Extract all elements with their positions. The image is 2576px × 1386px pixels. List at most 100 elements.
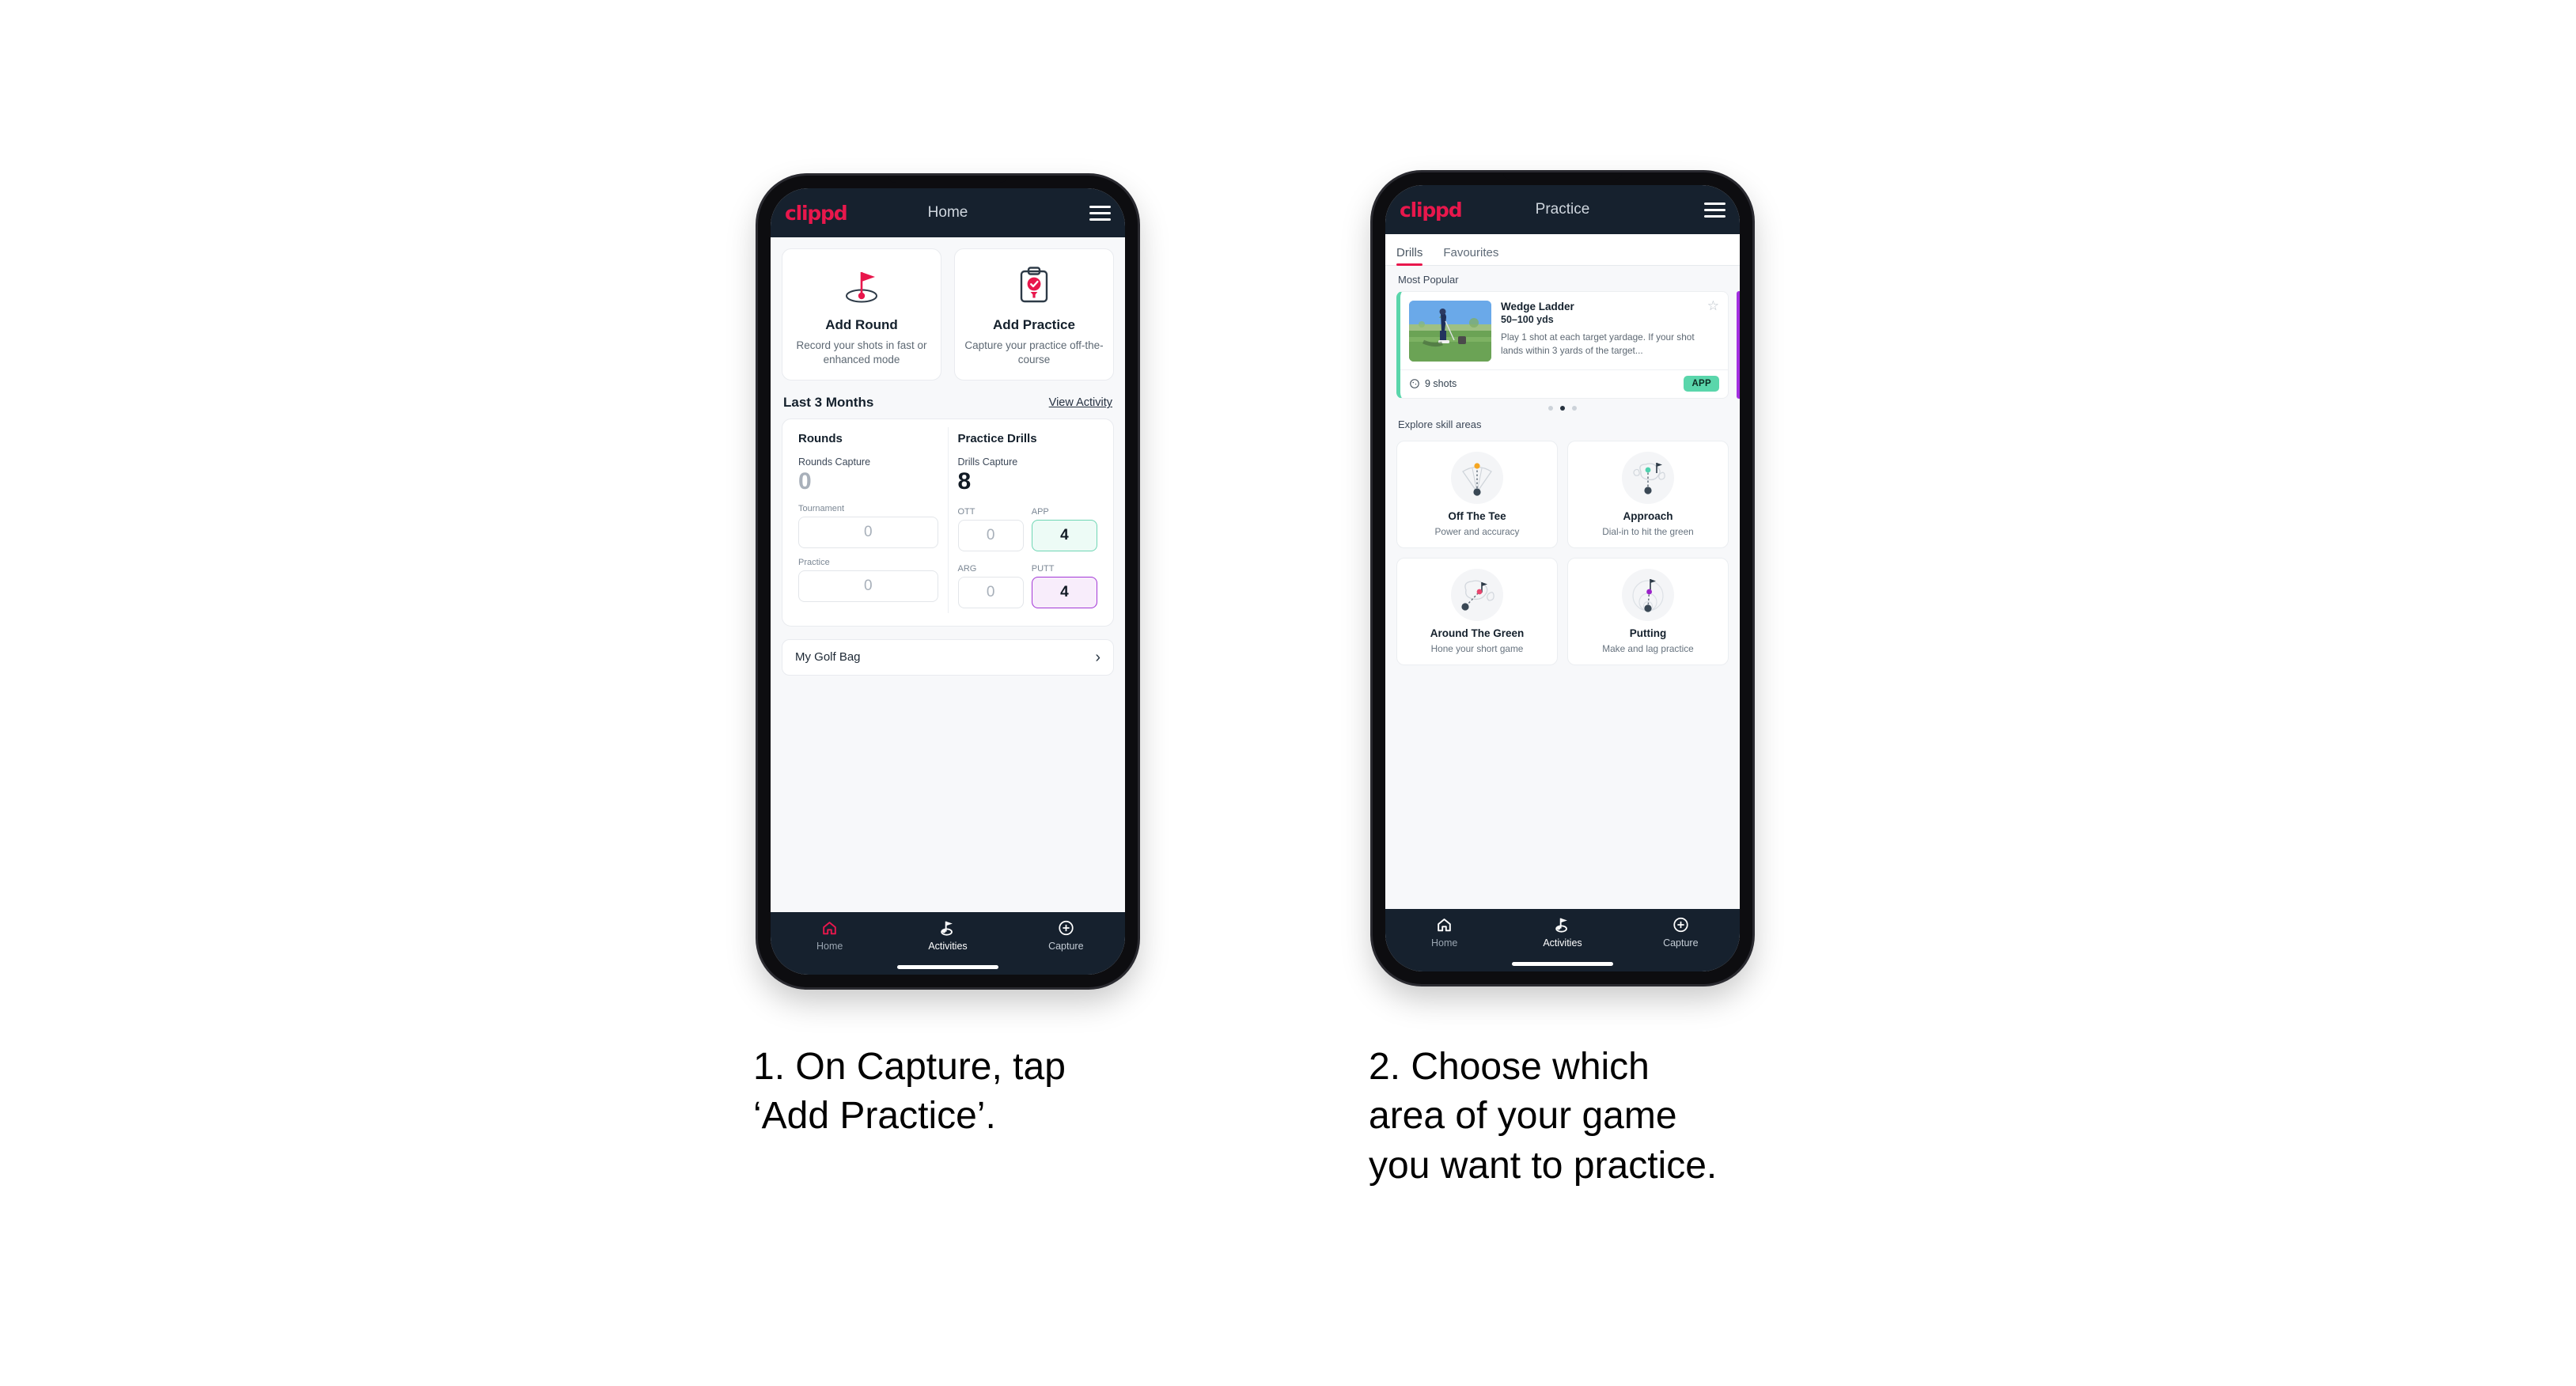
- approach-green-icon: [1622, 452, 1674, 504]
- tournament-label: Tournament: [798, 503, 845, 513]
- drills-capture-value: 8: [957, 468, 972, 495]
- my-golf-bag-row[interactable]: My Golf Bag ›: [782, 638, 1114, 676]
- skill-title-off-the-tee: Off The Tee: [1448, 510, 1506, 522]
- nav-item-activities[interactable]: Activities: [1503, 916, 1621, 949]
- drill-card-body: ☆ Wedge Ladder 50–100 yds Play 1 shot at…: [1400, 292, 1728, 369]
- add-practice-title: Add Practice: [993, 317, 1075, 332]
- phone-notch: [1503, 172, 1622, 180]
- nav-item-capture[interactable]: Capture: [1622, 916, 1740, 949]
- rounds-heading: Rounds: [798, 432, 843, 446]
- phone-screen-home: clippd Home Add Round Record your shots …: [771, 188, 1125, 975]
- drills-capture-label: Drills Capture: [957, 456, 1018, 468]
- rounds-capture-value: 0: [798, 468, 812, 495]
- metric-arg: ARG 0: [957, 563, 1024, 608]
- tournament-value[interactable]: 0: [798, 516, 938, 548]
- quick-actions-row: Add Round Record your shots in fast or e…: [771, 237, 1125, 381]
- nav-label-home: Home: [816, 941, 843, 952]
- practice-label: Practice: [798, 557, 830, 567]
- clippd-logo: clippd: [785, 201, 848, 225]
- metric-ott: OTT 0: [957, 507, 1024, 551]
- drills-metrics-row-1: OTT 0 APP 4: [957, 507, 1097, 551]
- ott-value[interactable]: 0: [957, 519, 1024, 551]
- arg-value[interactable]: 0: [957, 576, 1024, 608]
- carousel-dots[interactable]: [1385, 399, 1740, 411]
- chip-green-icon: [1451, 569, 1503, 621]
- rounds-metrics: Tournament 0 Practice 0: [798, 504, 938, 602]
- skill-card-off-the-tee[interactable]: Off The Tee Power and accuracy: [1396, 441, 1558, 548]
- add-practice-subtitle: Capture your practice off-the-course: [964, 339, 1104, 366]
- star-outline-icon[interactable]: ☆: [1707, 299, 1719, 312]
- drill-carousel[interactable]: ☆ Wedge Ladder 50–100 yds Play 1 shot at…: [1385, 291, 1740, 399]
- drill-thumbnail: [1409, 301, 1491, 362]
- home-content: Add Round Record your shots in fast or e…: [771, 237, 1125, 912]
- app-value[interactable]: 4: [1031, 519, 1097, 551]
- nav-label-capture: Capture: [1663, 937, 1699, 949]
- drill-description: Play 1 shot at each target yardage. If y…: [1501, 331, 1695, 356]
- drill-card-next-peek[interactable]: [1737, 291, 1740, 399]
- drill-card-wedge-ladder[interactable]: ☆ Wedge Ladder 50–100 yds Play 1 shot at…: [1396, 291, 1729, 399]
- my-golf-bag-label: My Golf Bag: [795, 650, 861, 665]
- drill-info: ☆ Wedge Ladder 50–100 yds Play 1 shot at…: [1501, 299, 1719, 362]
- metric-app: APP 4: [1031, 507, 1097, 551]
- add-round-subtitle: Record your shots in fast or enhanced mo…: [796, 339, 927, 366]
- rounds-capture-label: Rounds Capture: [798, 456, 871, 468]
- section-title: Last 3 Months: [783, 395, 874, 411]
- practice-content: Most Popular ☆ Wedge Ladder 50–100 yds P…: [1385, 266, 1740, 909]
- drill-shots: 9 shots: [1409, 378, 1457, 389]
- golf-flag-hole-icon: [790, 263, 933, 308]
- app-header: clippd Practice: [1385, 185, 1740, 234]
- nav-item-activities[interactable]: Activities: [888, 919, 1006, 952]
- skill-title-approach: Approach: [1623, 510, 1673, 522]
- view-activity-link[interactable]: View Activity: [1049, 396, 1112, 409]
- clock-icon: [1410, 379, 1419, 388]
- caption-step-two: 2. Choose which area of your game you wa…: [1369, 1046, 1718, 1187]
- drill-shots-label: 9 shots: [1425, 378, 1457, 389]
- phone-mockup-practice: clippd Practice Drills Favourites Most P…: [1373, 172, 1752, 984]
- practice-tabs: Drills Favourites: [1385, 234, 1740, 266]
- caption-step-one: 1. On Capture, tap ‘Add Practice’.: [753, 1046, 1066, 1138]
- skill-card-approach[interactable]: Approach Dial-in to hit the green: [1567, 441, 1729, 548]
- skill-card-around-the-green[interactable]: Around The Green Hone your short game: [1396, 558, 1558, 665]
- skill-sub-approach: Dial-in to hit the green: [1602, 526, 1694, 537]
- home-indicator-bar: [1512, 962, 1613, 966]
- phone-notch: [888, 176, 1007, 183]
- add-practice-card[interactable]: Add Practice Capture your practice off-t…: [954, 248, 1114, 381]
- putt-value[interactable]: 4: [1031, 576, 1097, 608]
- skill-sub-around-the-green: Hone your short game: [1430, 643, 1524, 654]
- app-header: clippd Home: [771, 188, 1125, 237]
- tab-drills[interactable]: Drills: [1396, 246, 1430, 266]
- nav-item-home[interactable]: Home: [771, 919, 888, 952]
- chevron-right-icon: ›: [1095, 648, 1100, 666]
- rounds-column: Rounds Rounds Capture 0 Tournament 0 Pra…: [789, 427, 948, 613]
- practice-value[interactable]: 0: [798, 570, 938, 602]
- nav-item-capture[interactable]: Capture: [1007, 919, 1125, 952]
- clipboard-check-tee-icon: [963, 263, 1105, 308]
- clippd-logo: clippd: [1400, 198, 1463, 222]
- drills-heading: Practice Drills: [957, 432, 1037, 446]
- skill-areas-grid: Off The Tee Power and accuracy Approach …: [1385, 436, 1740, 665]
- skill-card-putting[interactable]: Putting Make and lag practice: [1567, 558, 1729, 665]
- practice-drills-column: Practice Drills Drills Capture 8 OTT 0 A…: [947, 427, 1108, 613]
- skill-title-putting: Putting: [1629, 627, 1667, 639]
- bottom-navigation-practice: Home Activities Capture: [1385, 909, 1740, 971]
- plus-circle-icon: [1673, 917, 1688, 933]
- home-indicator-bar: [897, 965, 998, 969]
- hamburger-icon[interactable]: [1704, 202, 1726, 218]
- nav-label-capture: Capture: [1048, 941, 1084, 952]
- home-icon: [1438, 918, 1451, 932]
- drill-yardage: 50–100 yds: [1501, 314, 1554, 325]
- add-round-card[interactable]: Add Round Record your shots in fast or e…: [782, 248, 941, 381]
- bottom-navigation-home: Home Activities Capture: [771, 912, 1125, 975]
- drill-skill-badge: APP: [1684, 376, 1719, 392]
- hamburger-icon[interactable]: [1089, 205, 1111, 221]
- drill-title: Wedge Ladder: [1501, 301, 1574, 312]
- golf-flag-icon: [1555, 918, 1568, 933]
- putting-rings-icon: [1622, 569, 1674, 621]
- last-3-months-header: Last 3 Months View Activity: [771, 381, 1125, 418]
- phone-mockup-home: clippd Home Add Round Record your shots …: [758, 176, 1138, 987]
- arg-label: ARG: [957, 563, 977, 574]
- nav-item-home[interactable]: Home: [1385, 916, 1503, 949]
- tab-favourites[interactable]: Favourites: [1443, 246, 1506, 265]
- phone-screen-practice: clippd Practice Drills Favourites Most P…: [1385, 185, 1740, 971]
- add-round-title: Add Round: [825, 317, 898, 332]
